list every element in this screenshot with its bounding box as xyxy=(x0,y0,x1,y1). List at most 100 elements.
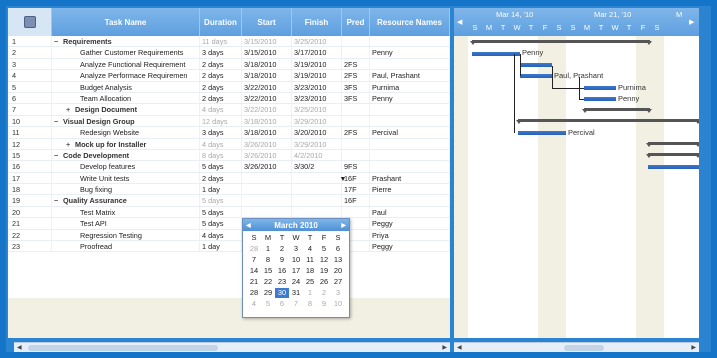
start-cell[interactable]: 3/26/2010 xyxy=(242,149,292,161)
finish-cell[interactable]: 3/17/2010 xyxy=(292,47,342,58)
resource-cell[interactable]: Percival xyxy=(370,127,450,138)
task-name-cell[interactable]: Redesign Website xyxy=(52,127,200,138)
pred-cell[interactable]: 2FS xyxy=(342,70,370,81)
calendar-day[interactable]: 30 xyxy=(275,288,289,298)
task-bar-gather[interactable] xyxy=(472,52,520,56)
task-name-cell[interactable]: Write Unit tests xyxy=(52,172,200,184)
start-cell[interactable]: 3/26/2010 xyxy=(242,138,292,149)
collapse-icon[interactable]: − xyxy=(54,195,63,205)
row-id[interactable]: 18 xyxy=(8,184,52,195)
calendar-day[interactable]: 7 xyxy=(289,299,303,309)
pred-cell[interactable]: 9FS xyxy=(342,161,370,172)
duration-cell[interactable]: 4 days xyxy=(200,138,242,149)
task-name-cell[interactable]: Regression Testing xyxy=(52,229,200,241)
duration-cell[interactable]: 3 days xyxy=(200,127,242,138)
table-row[interactable]: 7 + Design Document 4 days 3/22/2010 3/25/201… xyxy=(8,104,450,116)
calendar-day[interactable]: 17 xyxy=(289,266,303,276)
start-cell[interactable] xyxy=(242,172,292,184)
gantt-scroll-thumb[interactable] xyxy=(564,345,604,351)
table-row[interactable]: 19− Quality Assurance 5 days 16F xyxy=(8,195,450,207)
duration-cell[interactable]: 3 days xyxy=(200,47,242,58)
calendar-day[interactable]: 10 xyxy=(289,255,303,265)
grid-horizontal-scrollbar[interactable]: ◀ ▶ xyxy=(14,342,450,352)
calendar-day[interactable]: 27 xyxy=(331,277,345,287)
row-id[interactable]: 22 xyxy=(8,229,52,241)
calendar-day[interactable]: 24 xyxy=(289,277,303,287)
task-name-cell[interactable]: Develop features xyxy=(52,161,200,172)
task-bar-develop[interactable] xyxy=(648,165,699,169)
prev-month-icon[interactable]: ◀ xyxy=(246,222,251,229)
duration-cell[interactable]: 1 day xyxy=(200,184,242,195)
collapse-icon[interactable]: − xyxy=(54,36,63,46)
table-row[interactable]: 22 Regression Testing 4 days Priya xyxy=(8,229,450,242)
start-cell[interactable]: 3/18/2010 xyxy=(242,115,292,127)
start-cell[interactable] xyxy=(242,195,292,206)
grid-menu-icon[interactable] xyxy=(23,16,36,28)
resource-cell[interactable] xyxy=(370,58,450,70)
row-id[interactable]: 21 xyxy=(8,218,52,229)
table-row[interactable]: 3 Analyze Functional Requirement 2 days 3/1… xyxy=(8,58,450,71)
calendar-day[interactable]: 1 xyxy=(261,244,275,254)
pred-cell[interactable] xyxy=(342,47,370,58)
finish-cell[interactable]: 3/19/2010 xyxy=(292,58,342,70)
finish-cell[interactable] xyxy=(292,184,342,195)
calendar-day[interactable]: 5 xyxy=(317,244,331,254)
calendar-day[interactable]: 4 xyxy=(247,299,261,309)
pred-cell[interactable]: 3FS xyxy=(342,92,370,104)
task-bar-functional[interactable] xyxy=(520,63,552,67)
task-name-cell[interactable]: + Mock up for Installer xyxy=(52,138,200,149)
duration-cell[interactable]: 4 days xyxy=(200,104,242,115)
row-id[interactable]: 20 xyxy=(8,206,52,218)
start-cell[interactable] xyxy=(242,184,292,195)
calendar-day[interactable]: 8 xyxy=(303,299,317,309)
table-row[interactable]: 15− Code Development 8 days 3/26/2010 4/2/20… xyxy=(8,149,450,162)
col-header-finish[interactable]: Finish xyxy=(292,8,342,36)
finish-cell[interactable]: 3/23/2010 xyxy=(292,81,342,92)
table-row[interactable]: 11 Redesign Website 3 days 3/18/2010 3/20/20… xyxy=(8,127,450,139)
start-cell[interactable]: 3/15/2010 xyxy=(242,36,292,47)
summary-bar-code-development[interactable] xyxy=(646,153,699,158)
row-id[interactable]: 1 xyxy=(8,36,52,47)
table-row[interactable]: 23 Proofread 1 day Peggy xyxy=(8,241,450,253)
resource-cell[interactable]: Paul xyxy=(370,206,450,218)
task-name-cell[interactable]: Test Matrix xyxy=(52,206,200,218)
resource-cell[interactable]: Prashant xyxy=(370,172,450,184)
task-name-cell[interactable]: − Requirements xyxy=(52,36,200,47)
duration-cell[interactable]: 2 days xyxy=(200,70,242,81)
calendar-day[interactable]: 14 xyxy=(247,266,261,276)
scroll-left-icon[interactable]: ◀ xyxy=(457,343,462,353)
pred-cell[interactable]: 2FS xyxy=(342,58,370,70)
calendar-day[interactable]: 8 xyxy=(261,255,275,265)
resource-cell[interactable]: Peggy xyxy=(370,241,450,252)
resource-cell[interactable] xyxy=(370,195,450,206)
calendar-day[interactable]: 15 xyxy=(261,266,275,276)
calendar-day[interactable]: 6 xyxy=(275,299,289,309)
resource-cell[interactable]: Purnima xyxy=(370,81,450,92)
col-header-pred[interactable]: Pred xyxy=(342,8,370,36)
row-id[interactable]: 11 xyxy=(8,127,52,138)
expand-icon[interactable]: + xyxy=(66,104,75,114)
row-id[interactable]: 4 xyxy=(8,70,52,81)
task-name-cell[interactable]: Gather Customer Requirements xyxy=(52,47,200,58)
task-bar-budget[interactable] xyxy=(584,86,616,90)
calendar-day[interactable]: 18 xyxy=(303,266,317,276)
resource-cell[interactable]: Priya xyxy=(370,229,450,241)
table-row[interactable]: 4 Analyze Performace Requiremen 2 days 3/18… xyxy=(8,70,450,82)
resource-cell[interactable]: Penny xyxy=(370,92,450,104)
task-bar-redesign[interactable] xyxy=(518,131,566,135)
row-id[interactable]: 23 xyxy=(8,241,52,252)
finish-cell[interactable]: 3/23/2010 xyxy=(292,92,342,104)
task-name-cell[interactable]: Analyze Performace Requiremen xyxy=(52,70,200,81)
pred-cell[interactable] xyxy=(342,206,370,218)
row-id[interactable]: 6 xyxy=(8,92,52,104)
expand-icon[interactable]: + xyxy=(66,139,75,149)
task-name-cell[interactable]: − Code Development xyxy=(52,149,200,161)
calendar-day[interactable]: 22 xyxy=(261,277,275,287)
calendar-day[interactable]: 11 xyxy=(303,255,317,265)
task-name-cell[interactable]: Test API xyxy=(52,218,200,229)
table-row[interactable]: 18 Bug fixing 1 day 17F Pierre xyxy=(8,184,450,196)
calendar-day[interactable]: 7 xyxy=(247,255,261,265)
pred-cell[interactable]: 16F xyxy=(342,195,370,206)
calendar-day[interactable]: 31 xyxy=(289,288,303,298)
table-row[interactable]: 17 Write Unit tests 2 days 16F Prashant xyxy=(8,172,450,185)
